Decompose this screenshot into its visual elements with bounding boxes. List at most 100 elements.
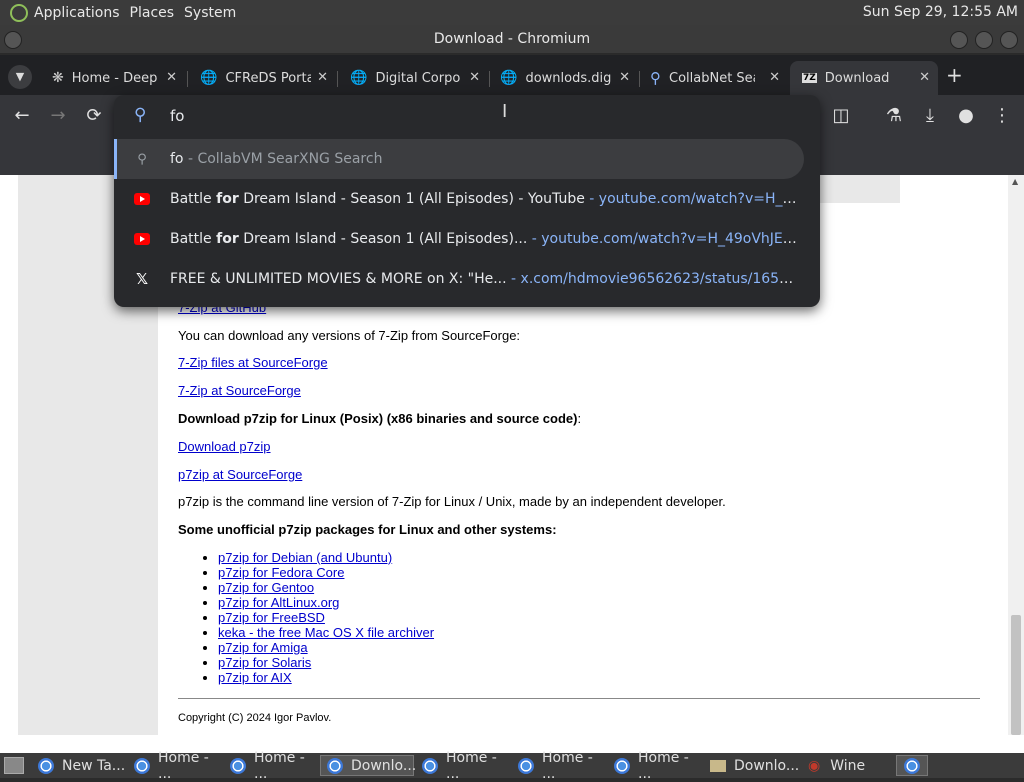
suggestion-x[interactable]: 𝕏 FREE & UNLIMITED MOVIES & MORE on X: "… [114, 259, 820, 299]
package-link[interactable]: p7zip for FreeBSD [218, 610, 325, 625]
chromium-icon [134, 757, 150, 774]
chromium-icon [904, 757, 920, 774]
taskbar-item[interactable]: Home - ... [128, 750, 222, 782]
youtube-icon [134, 193, 150, 205]
link-7zip-files-sourceforge[interactable]: 7-Zip files at SourceForge [178, 355, 328, 370]
globe-icon: 🌐 [350, 70, 368, 86]
divider [178, 698, 980, 699]
copyright: Copyright (C) 2024 Igor Pavlov. [178, 712, 332, 724]
globe-icon: 🌐 [500, 70, 518, 86]
link-7zip-sourceforge[interactable]: 7-Zip at SourceForge [178, 383, 301, 398]
taskbar: New Ta... Home - ... Home - ... Downlo..… [0, 750, 1024, 782]
suggestion-youtube-2[interactable]: Battle for Dream Island - Season 1 (All … [114, 219, 820, 259]
extensions-icon[interactable]: ◫ [829, 105, 853, 126]
list-item: keka - the free Mac OS X file archiver [218, 625, 434, 640]
tab-downloads-digitalcorpora[interactable]: 🌐 downlods.digitalcorpora ✕ [488, 61, 638, 95]
search-icon: ⚲ [137, 151, 147, 167]
suggestion-youtube-1[interactable]: Battle for Dream Island - Season 1 (All … [114, 179, 820, 219]
close-tab-icon[interactable]: ✕ [769, 70, 780, 85]
window-titlebar: Download - Chromium [0, 25, 1024, 54]
package-link[interactable]: p7zip for Solaris [218, 655, 311, 670]
forward-icon[interactable]: → [46, 105, 70, 126]
minimize-icon[interactable] [950, 31, 968, 49]
close-tab-icon[interactable]: ✕ [317, 70, 328, 85]
omnibox-dropdown: ⚲ fo I ⚲ fo - CollabVM SearXNG Search Ba… [114, 95, 820, 307]
taskbar-label: Downlo... [734, 757, 800, 774]
taskbar-item[interactable]: Downlo... [704, 755, 800, 776]
list-item: p7zip for Fedora Core [218, 565, 434, 580]
chromium-icon [327, 757, 343, 774]
suggestion-title: FREE & UNLIMITED MOVIES & MORE on X: "He… [170, 271, 507, 287]
package-link[interactable]: p7zip for Fedora Core [218, 565, 344, 580]
p7zip-heading: Download p7zip for Linux (Posix) (x86 bi… [178, 411, 581, 426]
close-tab-icon[interactable]: ✕ [619, 70, 630, 85]
list-item: p7zip for Solaris [218, 655, 434, 670]
applications-menu[interactable]: Applications [34, 0, 130, 25]
package-link[interactable]: p7zip for Amiga [218, 640, 308, 655]
taskbar-item-active[interactable]: Downlo... [320, 755, 416, 776]
system-menu[interactable]: System [184, 0, 246, 25]
taskbar-item[interactable]: ◉ Wine [802, 755, 894, 776]
close-window-icon[interactable] [1000, 31, 1018, 49]
tab-digital-corpora[interactable]: 🌐 Digital Corpora ✕ [338, 61, 488, 95]
suggestion-searxng[interactable]: ⚲ fo - CollabVM SearXNG Search [114, 139, 804, 179]
taskbar-label: Home - ... [638, 749, 689, 782]
tab-title: Home - DeepL [71, 70, 158, 86]
taskbar-label: New Ta... [62, 757, 126, 774]
package-link[interactable]: p7zip for AIX [218, 670, 292, 685]
system-panel: Applications Places System Sun Sep 29, 1… [0, 0, 1024, 25]
chromium-icon [614, 757, 630, 774]
suggestion-url: - youtube.com/watch?v=H_49oVhJEpM&theme.… [531, 231, 800, 247]
taskbar-label: Home - ... [158, 749, 209, 782]
close-tab-icon[interactable]: ✕ [919, 70, 930, 85]
tab-title: downlods.digitalcorpora [525, 70, 612, 86]
package-link[interactable]: p7zip for AltLinux.org [218, 595, 339, 610]
suggestion-query: fo [170, 151, 184, 167]
suggestion-title-rest: Dream Island - Season 1 (All Episodes) -… [238, 191, 585, 207]
maximize-icon[interactable] [975, 31, 993, 49]
search-icon: ⚲ [650, 69, 661, 87]
scroll-up-icon[interactable]: ▲ [1012, 177, 1018, 186]
package-link[interactable]: p7zip for Debian (and Ubuntu) [218, 550, 392, 565]
new-tab-icon[interactable]: + [946, 63, 963, 87]
window-title: Download - Chromium [433, 31, 591, 47]
show-desktop-icon[interactable] [4, 757, 24, 774]
package-link[interactable]: keka - the free Mac OS X file archiver [218, 625, 434, 640]
tab-cfreds[interactable]: 🌐 CFReDS Portal ✕ [188, 61, 336, 95]
text-cursor-icon: I [502, 101, 508, 122]
p7zip-heading-suffix: : [577, 411, 582, 426]
scrollbar-thumb[interactable] [1011, 615, 1021, 735]
suggestion-match: for [216, 231, 239, 247]
tab-download-active[interactable]: 7Z Download ✕ [790, 61, 938, 95]
reload-icon[interactable]: ⟳ [82, 105, 106, 126]
taskbar-item[interactable]: Home - ... [224, 750, 318, 782]
taskbar-item[interactable]: New Ta... [32, 755, 126, 776]
search-icon: ⚲ [134, 105, 147, 125]
back-icon[interactable]: ← [10, 105, 34, 126]
link-p7zip-sourceforge[interactable]: p7zip at SourceForge [178, 467, 302, 482]
tab-title: Digital Corpora [375, 70, 461, 86]
labs-icon[interactable]: ⚗ [882, 105, 906, 126]
folder-icon [710, 759, 726, 772]
clock[interactable]: Sun Sep 29, 12:55 AM [863, 4, 1018, 20]
taskbar-item[interactable]: Home - ... [512, 750, 606, 782]
package-link[interactable]: p7zip for Gentoo [218, 580, 314, 595]
taskbar-item[interactable]: Home - ... [608, 750, 702, 782]
distro-logo-icon[interactable] [10, 3, 28, 22]
close-tab-icon[interactable]: ✕ [469, 70, 480, 85]
menu-kebab-icon[interactable]: ⋮ [990, 105, 1014, 126]
tray-chromium[interactable] [896, 755, 928, 776]
profile-icon[interactable]: ● [954, 105, 978, 126]
close-tab-icon[interactable]: ✕ [166, 70, 177, 85]
taskbar-item[interactable]: Home - ... [416, 750, 510, 782]
downloads-icon[interactable]: ⤓ [918, 105, 942, 126]
list-item: p7zip for FreeBSD [218, 610, 434, 625]
tab-search-icon[interactable]: ▼ [8, 65, 32, 89]
tab-strip: ▼ ❋ Home - DeepL ✕ 🌐 CFReDS Portal ✕ 🌐 D… [0, 55, 1024, 95]
places-menu[interactable]: Places [130, 0, 185, 25]
tab-collabnet-search[interactable]: ⚲ CollabNet Search ✕ [638, 61, 788, 95]
window-menu-icon[interactable] [4, 31, 22, 49]
tab-deepl[interactable]: ❋ Home - DeepL ✕ [40, 61, 185, 95]
omnibox-input[interactable]: fo [170, 107, 184, 125]
link-download-p7zip[interactable]: Download p7zip [178, 439, 271, 454]
